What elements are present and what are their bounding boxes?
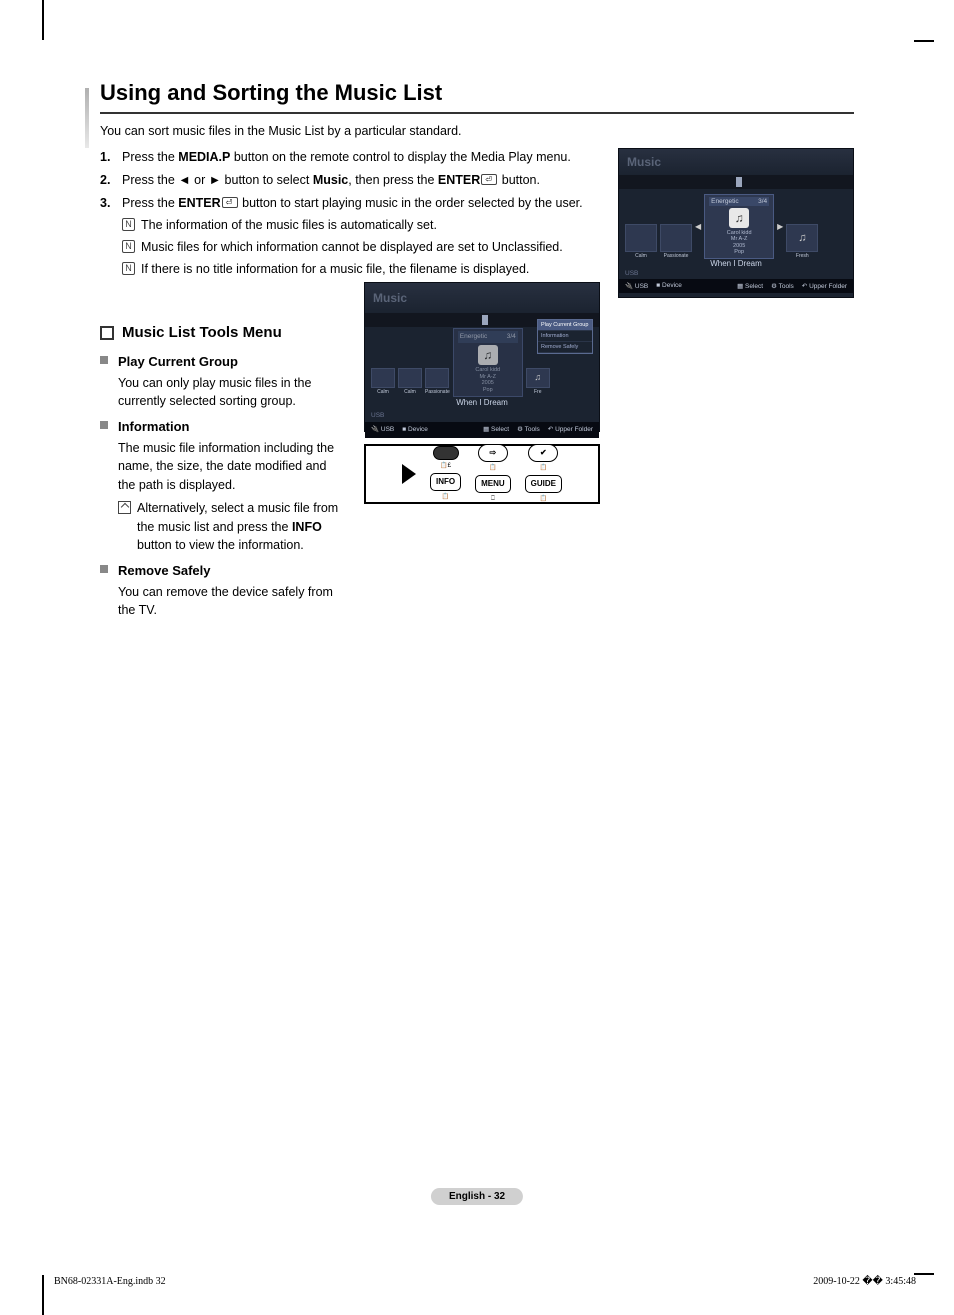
note-icon: N (122, 218, 135, 231)
thumb (660, 224, 692, 252)
bullet-icon (100, 356, 108, 364)
note-line: N Music files for which information cann… (122, 238, 600, 257)
step-number: 3. (100, 194, 122, 213)
step-number: 1. (100, 148, 122, 167)
bullet-icon (100, 565, 108, 573)
right-column-lower: Music Calm Calm (364, 282, 600, 623)
step-1: 1. Press the MEDIA.P button on the remot… (100, 148, 600, 167)
subsection-information: Information The music file information i… (100, 417, 346, 555)
left-column: 1. Press the MEDIA.P button on the remot… (100, 148, 600, 622)
guide-button: GUIDE (525, 475, 562, 493)
section-title: Music List Tools Menu (122, 322, 282, 345)
page-number-badge: English - 32 (431, 1188, 523, 1205)
crop-mark (42, 1275, 44, 1315)
sub-text: You can only play music files in the cur… (118, 374, 346, 412)
step-number: 2. (100, 171, 122, 190)
shot-header: Music (619, 149, 853, 175)
sub-text: You can remove the device safely from th… (118, 583, 346, 621)
usb-label: USB (619, 268, 853, 279)
music-icon: ♫ (729, 208, 749, 228)
chevron-left-icon: ◀ (695, 222, 701, 231)
menu-item: Information (538, 331, 592, 342)
shot-header: Music (365, 283, 599, 313)
menu-item: Remove Safely (538, 342, 592, 353)
sub-title: Remove Safely (118, 561, 346, 581)
screenshot-music-tools: Music Calm Calm (364, 282, 600, 432)
center-card: Energetic3/4 ♫ Carol kidd Mr A-Z 2005 Po… (453, 328, 523, 396)
crop-mark (914, 40, 934, 42)
thumb (625, 224, 657, 252)
page-title: Using and Sorting the Music List (100, 80, 854, 106)
step-notes: N The information of the music files is … (122, 216, 600, 278)
shot-footer: 🔌 USB ■ Device ▦ Select ⚙ Tools ↶ Upper … (619, 279, 853, 293)
remote-button: ⇨ (478, 444, 508, 462)
enter-icon (222, 197, 238, 208)
tools-menu-popup: Play Current Group Information Remove Sa… (537, 319, 593, 355)
chevron-right-icon: ▶ (777, 222, 783, 231)
step-text: Press the ENTER button to start playing … (122, 194, 600, 213)
enter-icon (481, 174, 497, 185)
subsection-remove-safely: Remove Safely You can remove the device … (100, 561, 346, 620)
section-header: Music List Tools Menu (100, 322, 346, 345)
section-icon (100, 326, 114, 340)
menu-item: Play Current Group (538, 320, 592, 331)
tip-icon (118, 501, 131, 514)
sub-note: Alternatively, select a music file from … (118, 499, 346, 555)
thumb: ♫ (786, 224, 818, 252)
arrow-icon (402, 464, 416, 484)
remote-button (433, 446, 459, 460)
remote-button (528, 444, 558, 462)
right-column: Music Calm Passionate ◀ Energetic3/4 ♫ (618, 148, 854, 622)
shot-footer: 🔌 USB ■ Device ▦ Select ⚙ Tools ↶ Upper … (365, 422, 599, 438)
print-timestamp: 2009-10-22 �� 3:45:48 (813, 1276, 916, 1287)
note-line: N The information of the music files is … (122, 216, 600, 235)
step-3: 3. Press the ENTER button to start playi… (100, 194, 600, 213)
center-card: Energetic3/4 ♫ Carol kidd Mr A-Z 2005 Po… (704, 194, 774, 259)
step-text: Press the MEDIA.P button on the remote c… (122, 148, 600, 167)
note-icon: N (122, 240, 135, 253)
subsection-play-current-group: Play Current Group You can only play mus… (100, 352, 346, 411)
song-name: When I Dream (365, 397, 599, 409)
crop-mark (914, 1273, 934, 1275)
page-content: Using and Sorting the Music List You can… (100, 80, 854, 1215)
print-footer: BN68-02331A-Eng.indb 32 2009-10-22 �� 3:… (54, 1276, 916, 1287)
intro-text: You can sort music files in the Music Li… (100, 124, 854, 138)
step-text: Press the ◄ or ► button to select Music,… (122, 171, 600, 190)
thumb (425, 368, 449, 388)
usb-label: USB (365, 409, 599, 423)
sub-text: The music file information including the… (118, 439, 346, 495)
music-icon: ♫ (478, 345, 498, 365)
step-2: 2. Press the ◄ or ► button to select Mus… (100, 171, 600, 190)
menu-button: MENU (475, 475, 511, 493)
note-line: N If there is no title information for a… (122, 260, 600, 279)
crop-mark (42, 0, 44, 40)
title-wrap: Using and Sorting the Music List (100, 80, 854, 114)
side-strip (85, 88, 89, 148)
print-file: BN68-02331A-Eng.indb 32 (54, 1276, 166, 1287)
thumb (371, 368, 395, 388)
song-name: When I Dream (619, 259, 853, 268)
info-button: INFO (430, 473, 461, 491)
remote-diagram: 📋£ INFO 📋 ⇨ 📋 MENU ⎕ 📋 (364, 444, 600, 504)
steps-list: 1. Press the MEDIA.P button on the remot… (100, 148, 600, 212)
note-icon: N (122, 262, 135, 275)
sub-title: Play Current Group (118, 352, 346, 372)
screenshot-music-list: Music Calm Passionate ◀ Energetic3/4 ♫ (618, 148, 854, 298)
sub-title: Information (118, 417, 346, 437)
shot-bar (619, 175, 853, 189)
shot-body: Calm Passionate ◀ Energetic3/4 ♫ Carol k… (619, 189, 853, 261)
thumb (398, 368, 422, 388)
thumb: ♫ (526, 368, 550, 388)
bullet-icon (100, 421, 108, 429)
